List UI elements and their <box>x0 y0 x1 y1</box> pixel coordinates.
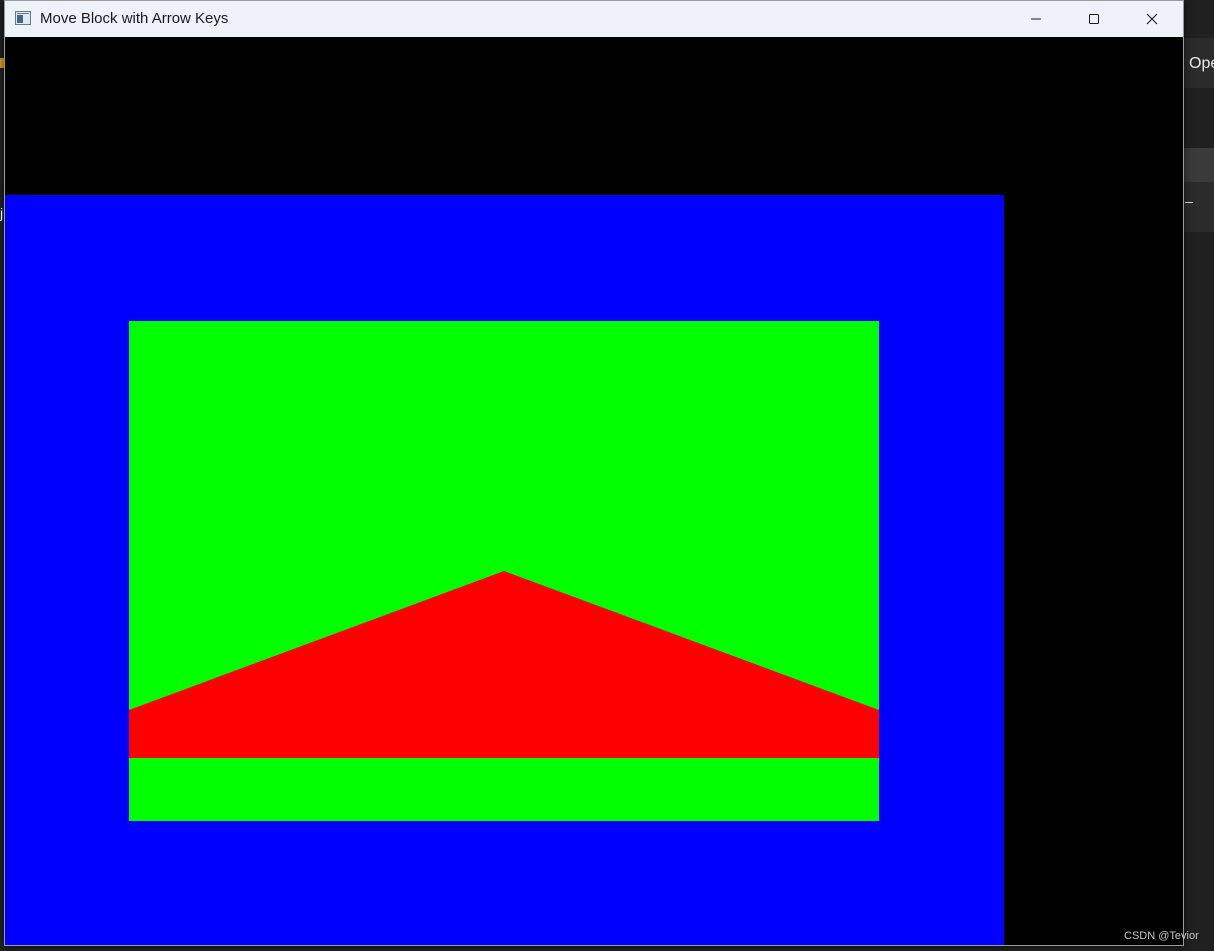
watermark-text: CSDN @Tevior <box>1124 930 1199 942</box>
close-button[interactable] <box>1123 1 1181 37</box>
background-tab-bar <box>1184 148 1214 182</box>
blue-background-rect <box>5 195 1004 945</box>
app-icon <box>15 11 31 25</box>
title-bar[interactable]: Move Block with Arrow Keys <box>5 1 1183 37</box>
background-minimize-glyph: – <box>1185 193 1193 209</box>
render-viewport[interactable] <box>5 37 1183 945</box>
background-side-text: j <box>0 205 4 221</box>
app-window: Move Block with Arrow Keys <box>4 0 1184 946</box>
close-icon <box>1146 13 1158 25</box>
maximize-button[interactable] <box>1065 1 1123 37</box>
background-open-menu[interactable]: Ope <box>1189 55 1214 73</box>
background-panel <box>1184 88 1214 148</box>
maximize-icon <box>1089 14 1099 24</box>
minimize-button[interactable] <box>1007 1 1065 37</box>
window-title: Move Block with Arrow Keys <box>40 10 229 27</box>
scene-canvas <box>129 321 879 821</box>
minimize-icon <box>1031 18 1041 20</box>
